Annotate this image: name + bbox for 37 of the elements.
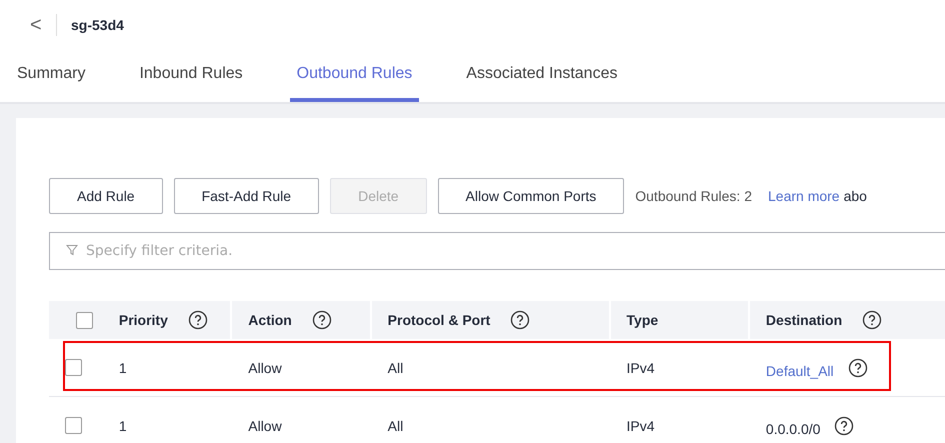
destination-link[interactable]: Default_All — [766, 362, 834, 378]
back-button[interactable]: < — [30, 14, 46, 36]
row-checkbox[interactable] — [65, 417, 82, 434]
table-cell: 1 — [118, 360, 127, 376]
page-title: sg-53d4 — [71, 17, 124, 33]
table-cell: All — [388, 418, 404, 434]
table-cell: 1 — [118, 418, 127, 434]
filter-icon — [66, 244, 78, 256]
table-cell: All — [388, 360, 404, 376]
tab[interactable]: Summary — [10, 50, 92, 102]
row-checkbox[interactable] — [65, 359, 82, 376]
help-icon[interactable] — [834, 416, 854, 436]
help-icon[interactable] — [312, 310, 332, 330]
column-header: Destination — [766, 312, 842, 328]
rule-count: Outbound Rules: 2 — [635, 188, 752, 204]
table-cell: IPv4 — [626, 360, 655, 376]
link-suffix-text: abo — [844, 188, 867, 204]
toolbar-button[interactable]: Fast-Add Rule — [174, 178, 320, 214]
help-icon[interactable] — [862, 310, 882, 330]
table-cell: IPv4 — [626, 418, 655, 434]
toolbar-button[interactable]: Add Rule — [49, 178, 163, 214]
learn-more-link[interactable]: Learn more — [768, 188, 840, 204]
column-header: Protocol & Port — [388, 312, 490, 328]
column-header: Action — [248, 312, 292, 328]
help-icon[interactable] — [188, 310, 208, 330]
help-icon[interactable] — [848, 358, 868, 378]
tab[interactable]: Inbound Rules — [132, 50, 250, 102]
tab[interactable]: Associated Instances — [459, 50, 624, 102]
table-cell: Allow — [248, 360, 282, 376]
column-header: Type — [626, 312, 658, 328]
toolbar-button[interactable]: Allow Common Ports — [438, 178, 624, 214]
table-cell: 0.0.0.0/0 — [766, 420, 820, 436]
select-all-checkbox[interactable] — [76, 312, 93, 328]
table-cell: Allow — [248, 418, 282, 434]
column-header: Priority — [118, 312, 168, 328]
help-icon[interactable] — [510, 310, 530, 330]
filter-field[interactable]: Specify filter criteria. — [49, 232, 945, 270]
